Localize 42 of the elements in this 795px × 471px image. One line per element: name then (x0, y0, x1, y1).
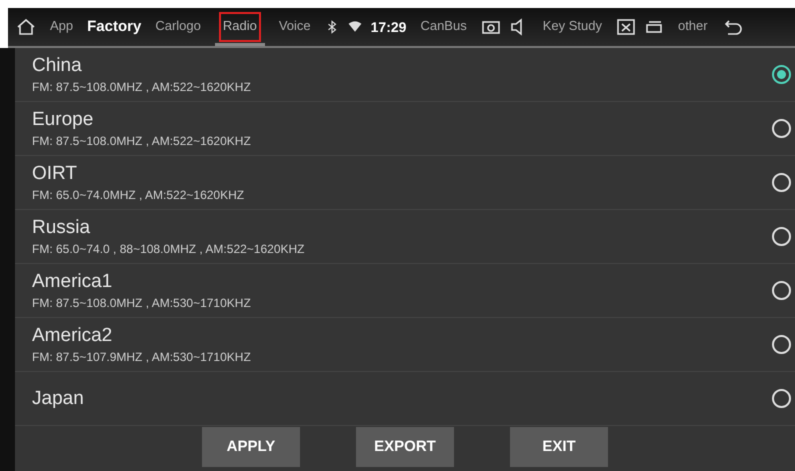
region-name: Japan (32, 386, 85, 410)
radio-button[interactable] (772, 335, 791, 354)
recent-apps-icon[interactable] (644, 18, 664, 36)
tab[interactable]: App (42, 8, 82, 46)
frequency-range: FM: 65.0~74.0 , 88~108.0MHZ , AM:522~1620KHZ (32, 240, 306, 258)
picture-icon[interactable] (616, 18, 636, 36)
frequency-range: FM: 65.0~74.0MHZ , AM:522~1620KHZ (32, 186, 246, 204)
frequency-range: FM: 87.5~108.0MHZ , AM:522~1620KHZ (32, 132, 252, 150)
page-title: Factory (87, 16, 142, 37)
region-row[interactable]: China FM: 87.5~108.0MHZ , AM:522~1620KHZ (15, 48, 795, 102)
region-row[interactable]: Japan (15, 372, 795, 426)
region-name: Europe (32, 108, 94, 132)
region-name: Russia (32, 216, 92, 240)
region-row[interactable]: Russia FM: 65.0~74.0 , 88~108.0MHZ , AM:522~1620KHZ (15, 210, 795, 264)
region-row[interactable]: OIRT FM: 65.0~74.0MHZ , AM:522~1620KHZ (15, 156, 795, 210)
region-row[interactable]: America2 FM: 87.5~107.9MHZ , AM:530~1710KHZ (15, 318, 795, 372)
home-icon[interactable] (16, 18, 36, 36)
clock-time: 17:29 (370, 18, 406, 36)
region-name: America1 (32, 270, 114, 294)
tab[interactable]: Key Study (534, 8, 610, 46)
region-row[interactable]: America1 FM: 87.5~108.0MHZ , AM:530~1710KHZ (15, 264, 795, 318)
action-button[interactable]: EXPORT (356, 427, 454, 467)
action-button[interactable]: EXIT (510, 427, 608, 467)
tab[interactable]: Voice (270, 8, 319, 46)
radio-button[interactable] (772, 119, 791, 138)
screenshot-icon[interactable] (480, 18, 501, 36)
tab[interactable]: other (670, 8, 716, 46)
radio-button[interactable] (772, 65, 791, 84)
radio-button[interactable] (772, 173, 791, 192)
tab[interactable]: CanBus (412, 8, 475, 46)
radio-button[interactable] (772, 389, 791, 408)
region-name: OIRT (32, 162, 78, 186)
region-name: China (32, 54, 83, 78)
frequency-range: FM: 87.5~108.0MHZ , AM:522~1620KHZ (32, 78, 252, 96)
tab[interactable]: Carlogo (147, 8, 209, 46)
action-button[interactable]: APPLY (202, 427, 300, 467)
frequency-range: FM: 87.5~107.9MHZ , AM:530~1710KHZ (32, 348, 252, 366)
region-name: America2 (32, 324, 114, 348)
radio-button[interactable] (772, 227, 791, 246)
frequency-range: FM: 87.5~108.0MHZ , AM:530~1710KHZ (32, 294, 252, 312)
radio-button[interactable] (772, 281, 791, 300)
region-row[interactable]: Europe FM: 87.5~108.0MHZ , AM:522~1620KHZ (15, 102, 795, 156)
